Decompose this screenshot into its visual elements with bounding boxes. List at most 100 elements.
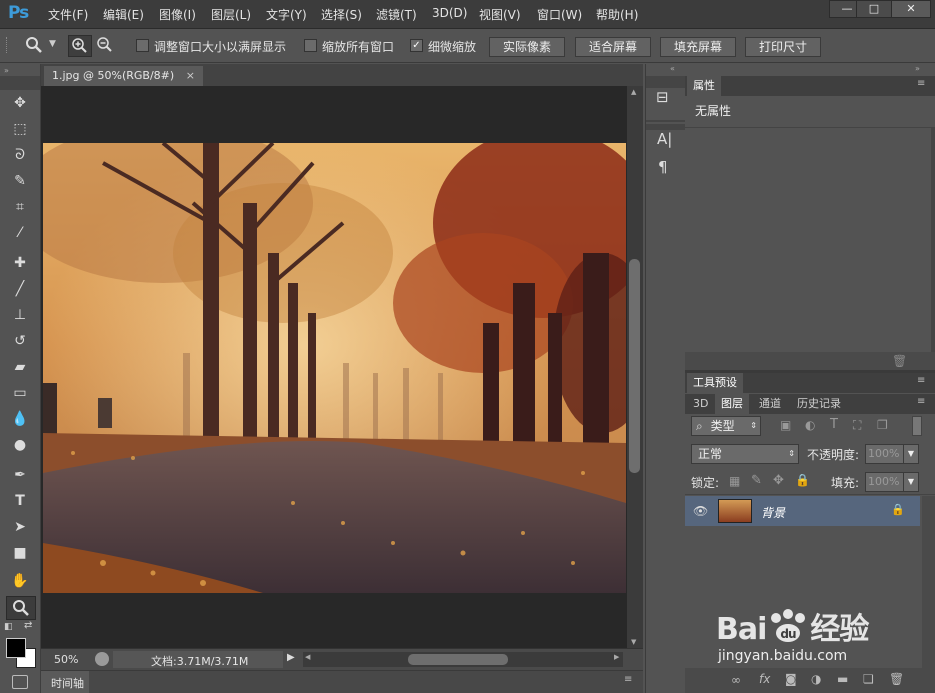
- delete-layer-icon[interactable]: 🗑: [889, 672, 904, 686]
- menu-edit[interactable]: 编辑(E): [103, 6, 144, 23]
- tab-layers[interactable]: 图层: [715, 394, 749, 414]
- maximize-button[interactable]: □: [856, 0, 892, 18]
- filter-smart-object-icon[interactable]: ❐: [877, 418, 888, 432]
- preset-dropdown-arrow-icon[interactable]: ▼: [49, 39, 56, 49]
- zoom-tool-preset-icon[interactable]: [24, 36, 44, 58]
- tool-presets-tab[interactable]: 工具预设: [687, 373, 743, 393]
- properties-menu-icon[interactable]: ≡: [917, 78, 925, 89]
- new-group-icon[interactable]: ▬: [837, 672, 848, 686]
- options-grip[interactable]: [6, 37, 10, 53]
- new-layer-icon[interactable]: ❏: [863, 672, 874, 686]
- filter-shape-icon[interactable]: ⛶: [853, 418, 861, 433]
- document-tab[interactable]: 1.jpg @ 50%(RGB/8#) ×: [44, 66, 203, 86]
- filter-adjustment-icon[interactable]: ◐: [805, 418, 815, 432]
- scrubby-zoom-checkbox[interactable]: ✓: [410, 39, 423, 52]
- collapse-panels-icon[interactable]: »: [915, 64, 920, 73]
- tool-presets-menu-icon[interactable]: ≡: [917, 375, 925, 386]
- properties-tab[interactable]: 属性: [687, 76, 721, 96]
- fill-input[interactable]: 100%: [865, 472, 905, 492]
- scroll-down-arrow-icon[interactable]: ▼: [631, 638, 636, 646]
- menu-type[interactable]: 文字(Y): [266, 6, 307, 23]
- menu-view[interactable]: 视图(V): [479, 6, 521, 23]
- fit-screen-button[interactable]: 适合屏幕: [575, 37, 651, 57]
- filter-pixel-icon[interactable]: ▣: [780, 418, 791, 432]
- quick-selection-tool-icon[interactable]: ✎: [8, 170, 32, 192]
- path-selection-tool-icon[interactable]: ➤: [8, 516, 32, 538]
- layers-scrollbar[interactable]: [922, 496, 935, 668]
- layer-row-background[interactable]: 👁 背景 🔒: [685, 496, 920, 526]
- close-button[interactable]: ✕: [891, 0, 931, 18]
- paragraph-panel-icon[interactable]: ¶: [658, 158, 668, 176]
- history-brush-tool-icon[interactable]: ↺: [8, 330, 32, 352]
- lasso-tool-icon[interactable]: ᘐ: [8, 144, 32, 166]
- tab-channels[interactable]: 通道: [753, 394, 787, 414]
- menu-file[interactable]: 文件(F): [48, 6, 88, 23]
- horizontal-scrollbar[interactable]: ◀ ▶: [303, 652, 623, 667]
- timeline-menu-icon[interactable]: ≡: [624, 674, 632, 685]
- character-panel-icon[interactable]: A|: [657, 130, 672, 148]
- menu-3d[interactable]: 3D(D): [432, 6, 467, 20]
- vertical-scroll-thumb[interactable]: [629, 259, 640, 473]
- quick-mask-icon[interactable]: [12, 675, 28, 689]
- eraser-tool-icon[interactable]: ▰: [8, 356, 32, 378]
- document-image[interactable]: [43, 143, 626, 593]
- status-menu-arrow-icon[interactable]: ▶: [287, 652, 295, 663]
- scroll-left-arrow-icon[interactable]: ◀: [305, 653, 310, 661]
- blend-mode-select[interactable]: 正常 ⇕: [691, 444, 799, 464]
- brush-tool-icon[interactable]: ╱: [8, 278, 32, 300]
- layer-visibility-eye-icon[interactable]: 👁: [693, 504, 708, 518]
- resize-windows-checkbox[interactable]: [136, 39, 149, 52]
- scroll-up-arrow-icon[interactable]: ▲: [631, 88, 636, 96]
- layer-name[interactable]: 背景: [761, 504, 785, 521]
- horizontal-scroll-thumb[interactable]: [408, 654, 508, 665]
- fill-dropdown-icon[interactable]: ▼: [903, 472, 919, 492]
- zoom-out-icon[interactable]: [94, 35, 116, 55]
- swap-colors-icon[interactable]: ⇄: [24, 620, 32, 631]
- status-info-icon[interactable]: [95, 652, 109, 666]
- layer-style-fx-icon[interactable]: fx: [759, 672, 770, 686]
- zoom-in-icon[interactable]: [68, 35, 92, 57]
- lock-position-icon[interactable]: ✥: [773, 473, 784, 488]
- eyedropper-tool-icon[interactable]: ⁄: [8, 222, 32, 244]
- opacity-dropdown-icon[interactable]: ▼: [903, 444, 919, 464]
- zoom-all-windows-checkbox[interactable]: [304, 39, 317, 52]
- opacity-input[interactable]: 100%: [865, 444, 905, 464]
- expand-dock-icon[interactable]: «: [670, 64, 675, 73]
- healing-brush-tool-icon[interactable]: ✚: [8, 252, 32, 274]
- filter-type-icon[interactable]: T: [830, 417, 838, 432]
- tab-history[interactable]: 历史记录: [791, 394, 847, 414]
- menu-layer[interactable]: 图层(L): [211, 6, 251, 23]
- move-tool-icon[interactable]: ✥: [8, 92, 32, 114]
- lock-image-icon[interactable]: ✎: [751, 473, 762, 488]
- filter-toggle-switch[interactable]: [912, 416, 922, 436]
- tool-presets-dock-icon[interactable]: ⊟: [656, 88, 669, 106]
- menu-image[interactable]: 图像(I): [159, 6, 196, 23]
- layer-filter-kind-select[interactable]: ⌕ 类型 ⇕: [691, 416, 761, 436]
- layers-menu-icon[interactable]: ≡: [917, 396, 925, 407]
- collapse-toolbar-icon[interactable]: »: [4, 66, 9, 75]
- clone-stamp-tool-icon[interactable]: ⊥: [8, 304, 32, 326]
- menu-filter[interactable]: 滤镜(T): [376, 6, 417, 23]
- actual-pixels-button[interactable]: 实际像素: [489, 37, 565, 57]
- tab-close-icon[interactable]: ×: [186, 69, 195, 82]
- print-size-button[interactable]: 打印尺寸: [745, 37, 821, 57]
- timeline-tab[interactable]: 时间轴: [51, 675, 84, 691]
- rectangle-tool-icon[interactable]: ■: [8, 542, 32, 564]
- foreground-color-swatch[interactable]: [6, 638, 26, 658]
- toolbar-header[interactable]: [0, 76, 40, 90]
- adjustment-layer-icon[interactable]: ◑: [811, 672, 821, 686]
- crop-tool-icon[interactable]: ⌗: [8, 196, 32, 218]
- type-tool-icon[interactable]: T: [8, 490, 32, 512]
- marquee-tool-icon[interactable]: ⬚: [8, 118, 32, 140]
- default-colors-icon[interactable]: ◧: [4, 622, 13, 632]
- tab-3d[interactable]: 3D: [687, 394, 714, 414]
- scroll-right-arrow-icon[interactable]: ▶: [614, 653, 619, 661]
- lock-all-icon[interactable]: 🔒: [795, 473, 810, 487]
- properties-delete-icon[interactable]: 🗑: [892, 354, 907, 368]
- blur-tool-icon[interactable]: 💧: [8, 408, 32, 430]
- link-layers-icon[interactable]: ∞: [731, 673, 741, 687]
- dodge-tool-icon[interactable]: ●: [8, 434, 32, 456]
- gradient-tool-icon[interactable]: ▭: [8, 382, 32, 404]
- lock-transparent-icon[interactable]: ▦: [729, 474, 740, 488]
- fill-screen-button[interactable]: 填充屏幕: [660, 37, 736, 57]
